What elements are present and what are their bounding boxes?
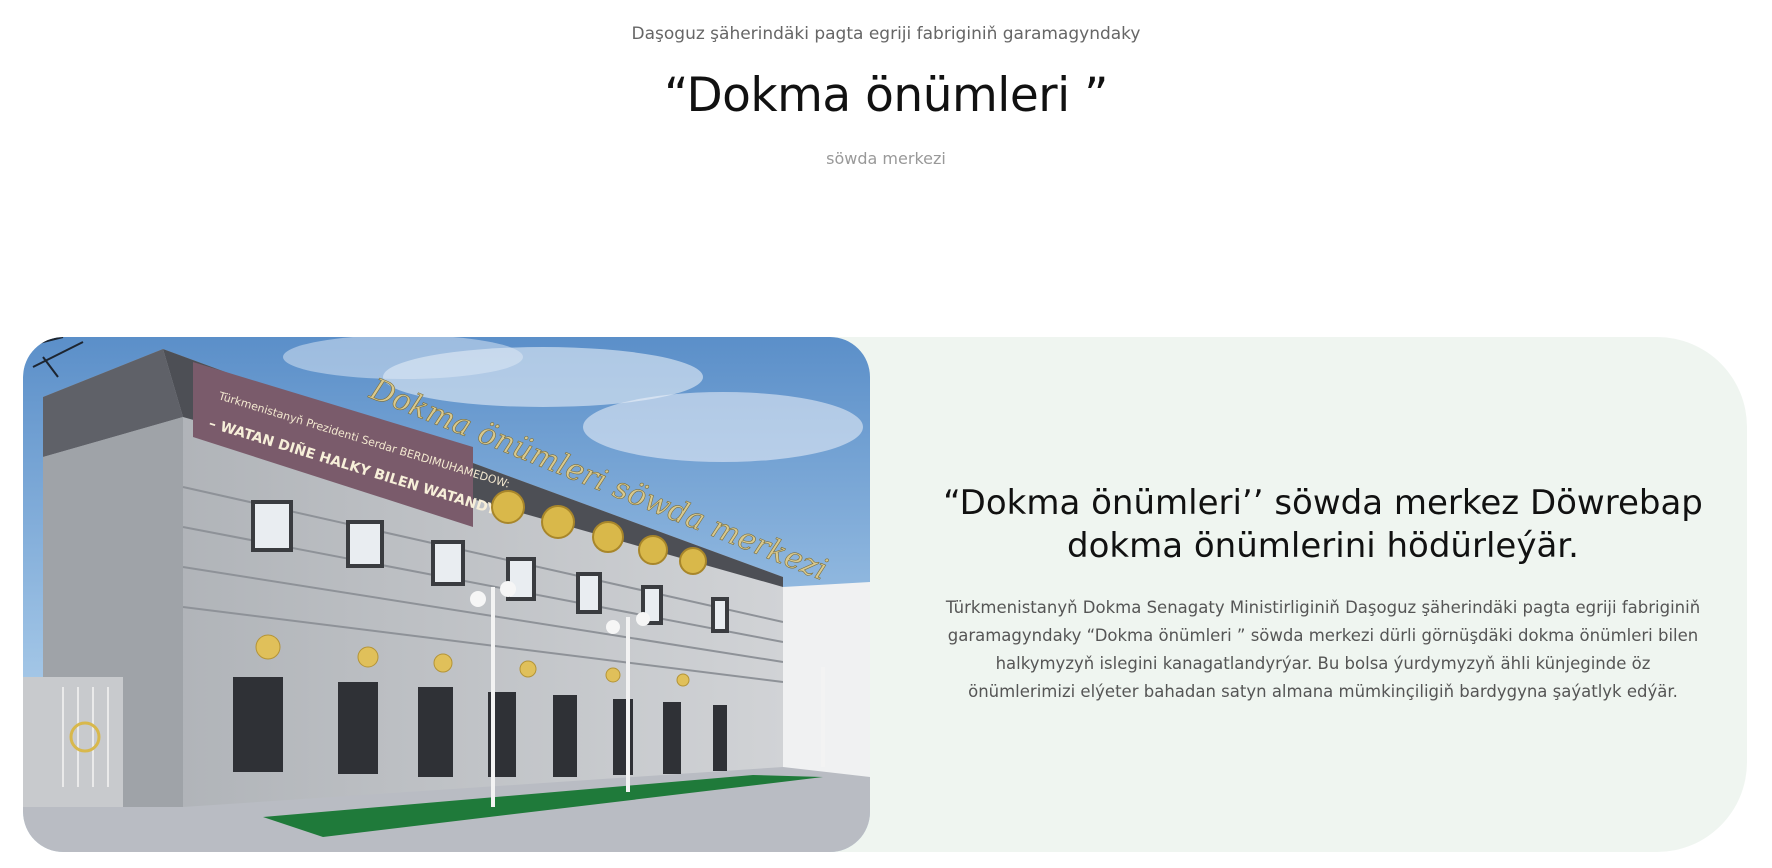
hero-caption: söwda merkezi	[826, 149, 946, 168]
store-photo: Türkmenistanyň Prezidenti Serdar BERDIMU…	[23, 337, 870, 852]
about-body: Türkmenistanyň Dokma Senagaty Ministirli…	[945, 598, 1701, 701]
hero-title: “Dokma önümleri ”	[664, 68, 1108, 123]
about-card: Türkmenistanyň Prezidenti Serdar BERDIMU…	[23, 337, 1747, 852]
store-building-illustration: Türkmenistanyň Prezidenti Serdar BERDIMU…	[23, 337, 870, 852]
about-text: “Dokma önümleri’’ söwda merkez Döwrebap …	[943, 482, 1703, 706]
about-heading: “Dokma önümleri’’ söwda merkez Döwrebap …	[943, 483, 1703, 566]
hero-subtitle: Daşoguz şäherindäki pagta egriji fabrigi…	[631, 24, 1141, 44]
